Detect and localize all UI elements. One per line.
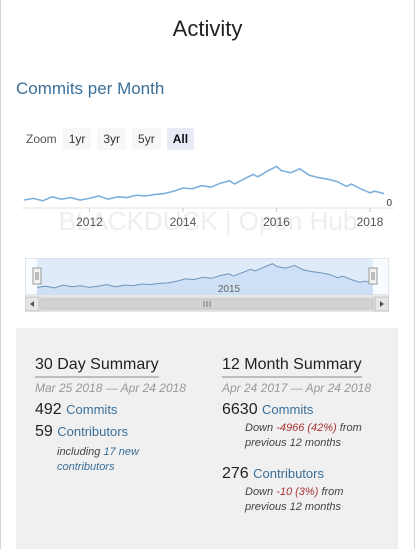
series-line: [23, 165, 385, 202]
zoom-3yr-button[interactable]: 3yr: [97, 128, 127, 150]
commits-link[interactable]: Commits: [66, 402, 117, 417]
x-tick-label: 2016: [263, 215, 290, 229]
commits-count: 6630: [222, 401, 258, 418]
from-text: from: [339, 422, 362, 434]
watermark-text: BLACKDUCK | Open Hub: [59, 206, 358, 236]
navigator-right-handle[interactable]: [368, 267, 378, 285]
navigator-tick-label: 2015: [218, 284, 241, 295]
summary-12-heading: 12 Month Summary: [222, 356, 362, 378]
chart-title: Commits per Month: [16, 79, 165, 98]
summary-30-heading: 30 Day Summary: [35, 356, 159, 378]
navigator-left-handle[interactable]: [32, 267, 42, 285]
summary-30-day: 30 Day Summary Mar 25 2018 — Apr 24 2018…: [35, 356, 207, 475]
summary-12-contributors: 276 Contributors: [222, 465, 394, 483]
summary-12-commits: 6630 Commits: [222, 401, 394, 419]
down-text: Down: [245, 486, 274, 498]
from-text: from: [321, 486, 344, 498]
contributors-count: 59: [35, 423, 53, 440]
commits-link[interactable]: Commits: [262, 402, 313, 417]
x-tick-label: 2012: [76, 215, 103, 229]
contributors-link[interactable]: Contributors: [57, 424, 128, 439]
summary-30-date-range: Mar 25 2018 — Apr 24 2018: [35, 381, 186, 395]
x-tick-label: 2014: [170, 215, 197, 229]
zoom-1yr-button[interactable]: 1yr: [62, 128, 92, 150]
summary-30-contributors: 59 Contributors: [35, 423, 207, 441]
summary-30-commits: 492 Commits: [35, 401, 207, 419]
left-border: [0, 0, 1, 549]
chart-navigator[interactable]: 2015: [25, 258, 389, 314]
contributors-change-note: Down -10 (3%) from previous 12 months: [245, 485, 394, 515]
commits-change-note: Down -4966 (42%) from previous 12 months: [245, 421, 394, 451]
commits-change-value: -4966 (42%): [276, 422, 337, 434]
zoom-bar: Zoom 1yr 3yr 5yr All: [26, 128, 200, 150]
y-last-label: 0: [386, 198, 392, 209]
summary-12-date-range: Apr 24 2017 — Apr 24 2018: [222, 381, 371, 395]
x-tick-label: 2018: [357, 215, 384, 229]
including-text: including: [57, 446, 101, 458]
zoom-label: Zoom: [26, 132, 57, 146]
commits-line-chart: BLACKDUCK | Open Hub2012 2014 2016 20180: [22, 165, 394, 236]
contributors-link[interactable]: Contributors: [253, 466, 324, 481]
previous-period-text: previous 12 months: [245, 501, 341, 513]
contributors-count: 276: [222, 465, 249, 482]
commits-count: 492: [35, 401, 62, 418]
page-title: Activity: [172, 16, 243, 41]
zoom-all-button[interactable]: All: [166, 128, 195, 150]
summary-panel: 30 Day Summary Mar 25 2018 — Apr 24 2018…: [16, 328, 398, 549]
new-contributors-note: including 17 new contributors: [57, 445, 167, 475]
down-text: Down: [245, 422, 274, 434]
zoom-5yr-button[interactable]: 5yr: [132, 128, 161, 150]
contributors-change-value: -10 (3%): [276, 486, 319, 498]
previous-period-text: previous 12 months: [245, 437, 341, 449]
summary-12-month: 12 Month Summary Apr 24 2017 — Apr 24 20…: [222, 356, 394, 515]
